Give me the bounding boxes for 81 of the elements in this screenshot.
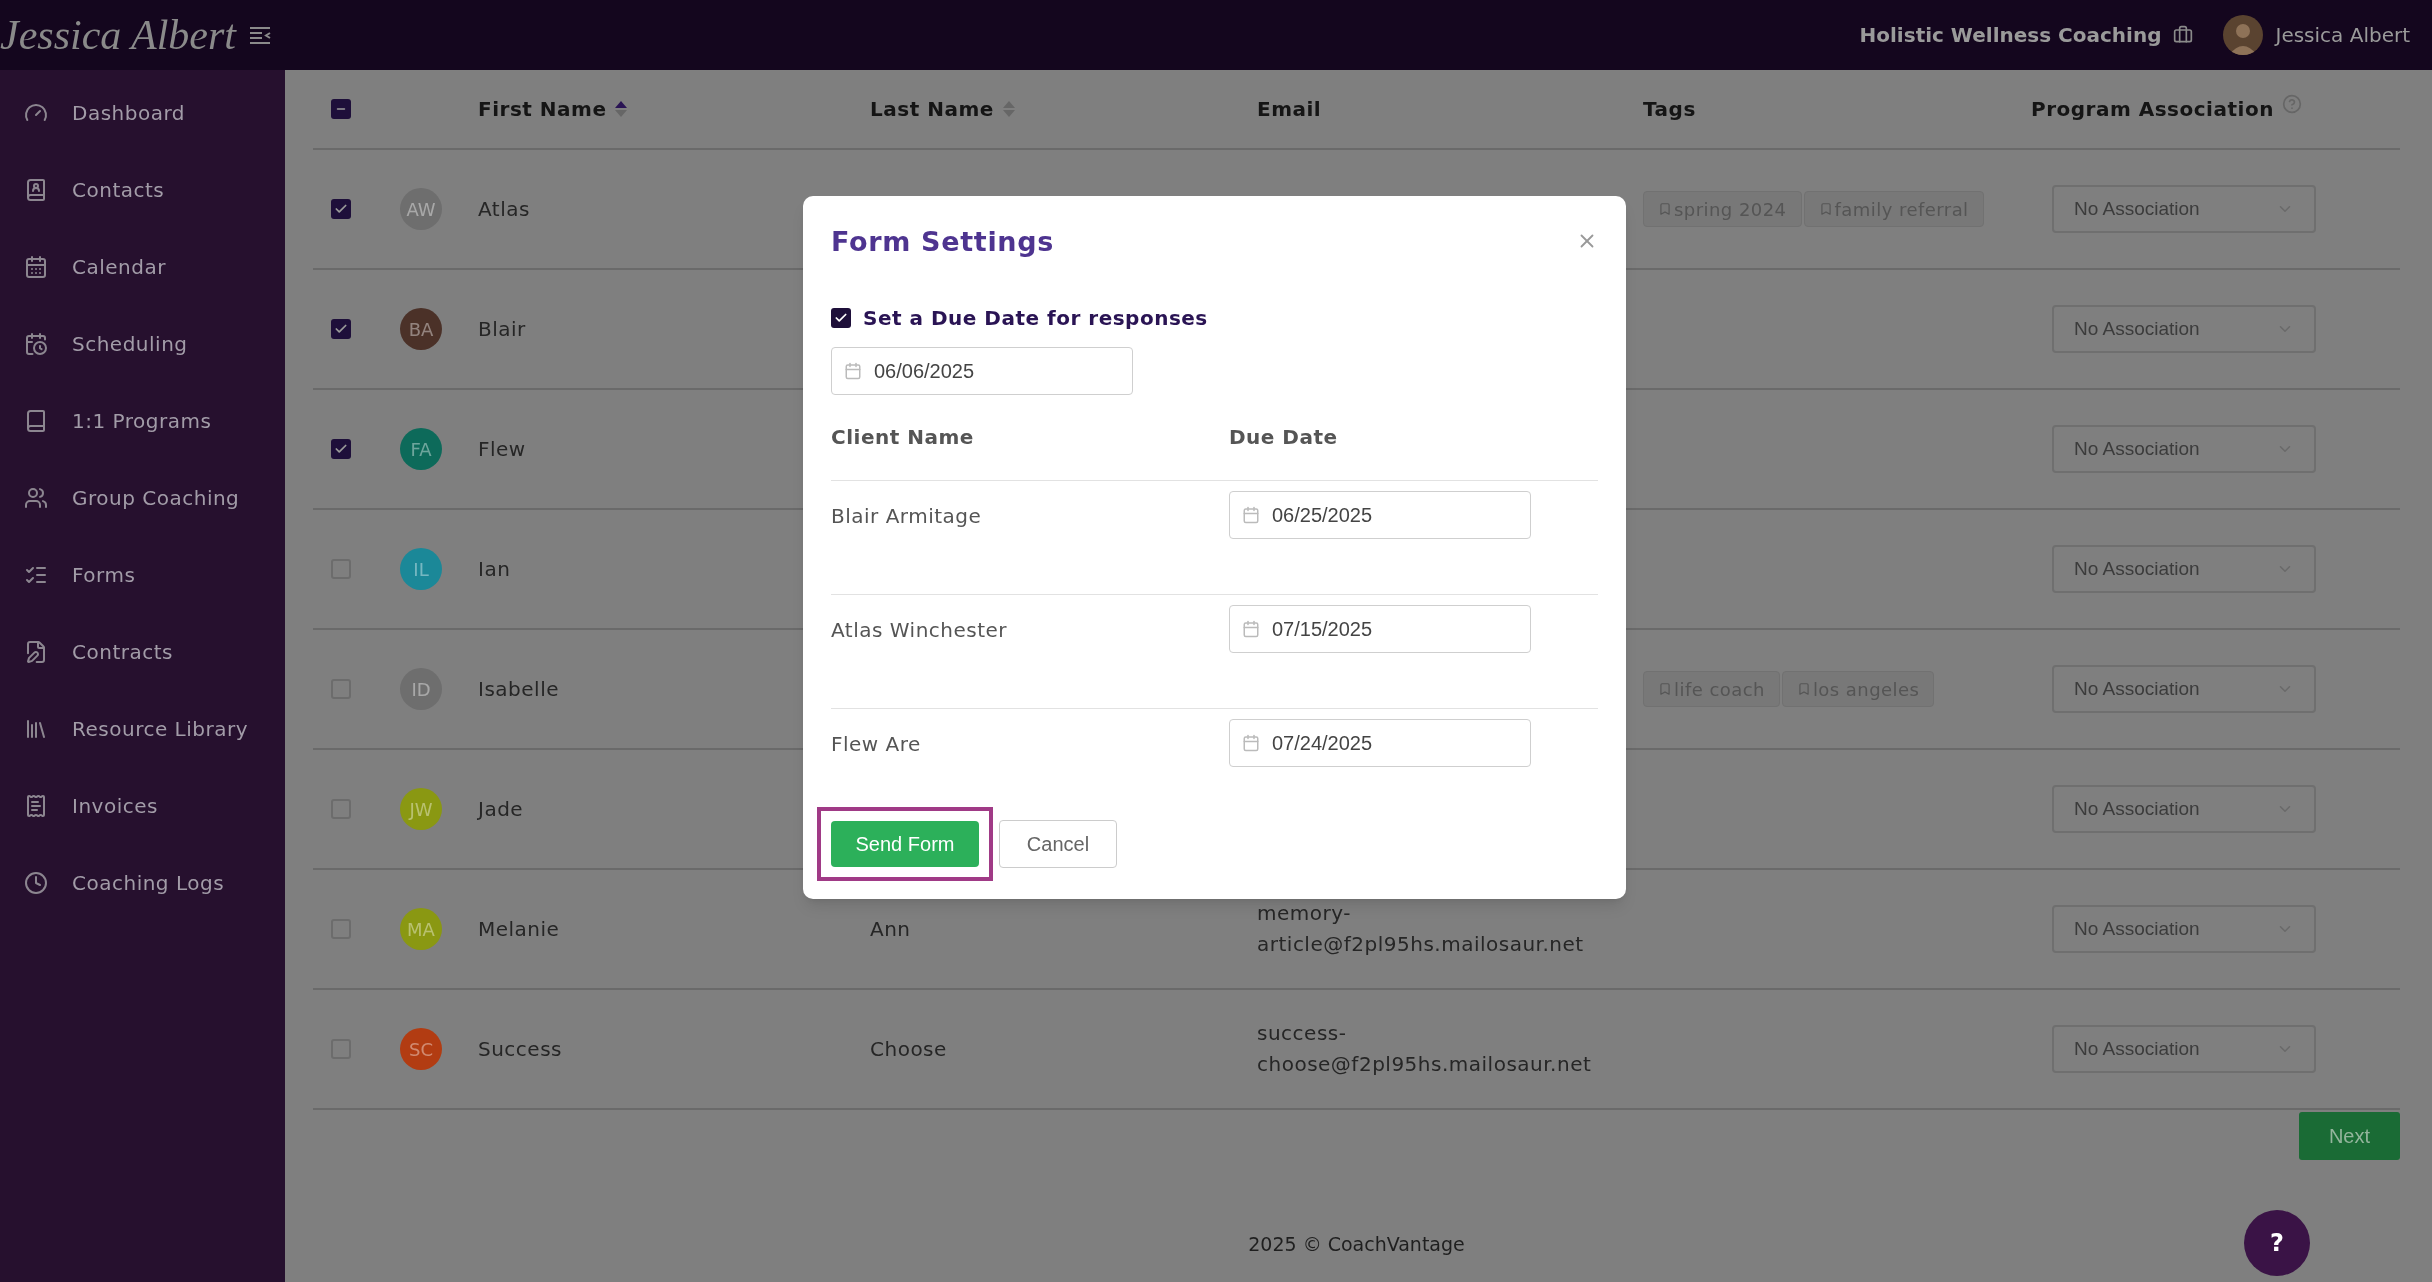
dialog-title: Form Settings	[831, 225, 1054, 259]
column-header: Client Name	[831, 424, 975, 451]
first-name: Atlas	[478, 196, 530, 223]
calendar-icon	[1242, 619, 1260, 638]
user-avatar[interactable]	[2223, 15, 2264, 55]
calendar-icon	[1242, 505, 1260, 524]
bookmark-icon	[1818, 202, 1833, 216]
select-all-checkbox[interactable]	[331, 99, 351, 119]
email: memory-article@f2pl95hs.mailosaur.net	[1257, 900, 1585, 958]
sidebar-item[interactable]: Calendar	[0, 228, 285, 305]
sidebar-item[interactable]: Forms	[0, 536, 285, 613]
help-button[interactable]: ?	[2244, 1210, 2310, 1276]
last-name: Choose	[870, 1037, 947, 1061]
date-field[interactable]: 07/24/2025	[1229, 718, 1531, 767]
date-field[interactable]: 06/06/2025	[831, 346, 1133, 395]
check-icon	[334, 322, 348, 336]
users-icon	[24, 485, 48, 510]
first-name: Blair	[478, 316, 526, 343]
first-name: Flew	[478, 436, 526, 463]
check-icon	[334, 202, 348, 216]
checkbox[interactable]	[331, 199, 351, 219]
last-name: Ann	[870, 917, 911, 941]
avatar: BA	[400, 308, 442, 350]
avatar: FA	[400, 428, 442, 470]
avatar: ID	[400, 668, 442, 710]
column-header[interactable]: Last Name	[870, 94, 994, 124]
briefcase-icon	[2173, 25, 2194, 45]
calendar-clock-icon	[24, 331, 48, 356]
calendar-icon	[1242, 733, 1260, 752]
sidebar-item[interactable]: Group Coaching	[0, 459, 285, 536]
signature-icon	[24, 639, 48, 664]
logo[interactable]: Jessica Albert	[0, 14, 236, 56]
date-field[interactable]: 06/25/2025	[1229, 490, 1531, 539]
bookmark-icon	[1658, 682, 1672, 696]
date-field[interactable]: 07/15/2025	[1229, 604, 1531, 653]
invoice-icon	[24, 793, 48, 818]
menu-icon[interactable]	[248, 25, 272, 45]
check-icon	[334, 442, 348, 456]
column-header: Program Association	[2031, 96, 2274, 123]
sidebar-item[interactable]: Invoices	[0, 767, 285, 844]
checkbox[interactable]	[831, 307, 851, 328]
calendar-icon	[24, 254, 48, 279]
first-name: Melanie	[478, 916, 560, 943]
sidebar-item[interactable]: Contracts	[0, 613, 285, 690]
sidebar-item[interactable]: Resource Library	[0, 690, 285, 767]
contact-book-icon	[24, 177, 48, 202]
checkbox[interactable]	[331, 319, 351, 339]
email: success-choose@f2pl95hs.mailosaur.net	[1257, 1020, 1593, 1078]
column-header: Due Date	[1229, 424, 1339, 451]
first-name: Success	[478, 1036, 562, 1063]
clock-icon	[24, 870, 48, 895]
sidebar-item[interactable]: Coaching Logs	[0, 844, 285, 921]
column-header[interactable]: First Name	[478, 94, 607, 124]
avatar: MA	[400, 908, 442, 950]
footer-text: 2025 © CoachVantage	[1248, 1231, 1465, 1257]
bookmark-icon	[1658, 202, 1672, 216]
client-name: Flew Are	[831, 730, 922, 758]
checkbox-label[interactable]: Set a Due Date for responses	[863, 302, 1208, 333]
sidebar-item[interactable]: Dashboard	[0, 74, 285, 151]
avatar: IL	[400, 548, 442, 590]
sidebar-item[interactable]: Scheduling	[0, 305, 285, 382]
cancel-button[interactable]: Cancel	[999, 819, 1117, 868]
avatar: JW	[400, 788, 442, 830]
column-header: Email	[1257, 96, 1322, 123]
checkbox[interactable]	[331, 439, 351, 459]
client-name: Atlas Winchester	[831, 616, 1009, 644]
first-name: Jade	[478, 796, 524, 823]
avatar: SC	[400, 1028, 442, 1070]
sidebar-item[interactable]: Contacts	[0, 151, 285, 228]
avatar: AW	[400, 188, 442, 230]
calendar-icon	[844, 361, 862, 380]
bookmark-icon	[1796, 682, 1811, 696]
client-name: Blair Armitage	[831, 502, 983, 530]
book-icon	[24, 408, 48, 433]
first-name: Ian	[478, 556, 511, 583]
sidebar-item[interactable]: 1:1 Programs	[0, 382, 285, 459]
business-name: Holistic Wellness Coaching	[1859, 22, 2162, 49]
user-name[interactable]: Jessica Albert	[2275, 20, 2410, 50]
sort-icon[interactable]	[614, 99, 629, 119]
first-name: Isabelle	[478, 676, 559, 703]
column-header: Tags	[1643, 96, 1696, 123]
